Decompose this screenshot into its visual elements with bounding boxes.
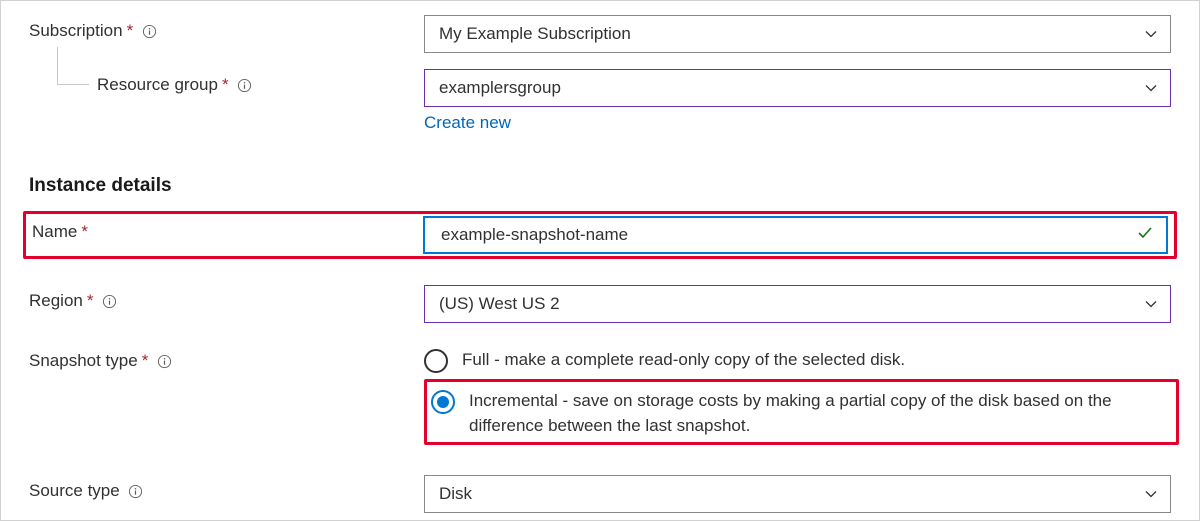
subscription-label: Subscription <box>29 21 123 41</box>
required-asterisk: * <box>142 351 149 371</box>
create-snapshot-form: Subscription * My Example Subscription R… <box>0 0 1200 521</box>
checkmark-icon <box>1136 224 1154 247</box>
snapshot-type-full-label: Full - make a complete read-only copy of… <box>462 347 905 373</box>
name-label-col: Name * <box>32 216 423 242</box>
snapshot-type-label: Snapshot type <box>29 351 138 371</box>
source-type-label: Source type <box>29 481 120 501</box>
subscription-row: Subscription * My Example Subscription <box>1 15 1199 53</box>
radio-icon <box>431 390 455 414</box>
snapshot-type-radio-group: Full - make a complete read-only copy of… <box>424 347 1171 445</box>
source-type-select[interactable]: Disk <box>424 475 1171 513</box>
source-type-label-col: Source type <box>29 475 424 501</box>
name-row: Name * <box>28 216 1172 254</box>
required-asterisk: * <box>87 291 94 311</box>
region-label-col: Region * <box>29 285 424 311</box>
subscription-value: My Example Subscription <box>439 24 631 44</box>
name-input[interactable] <box>439 224 1126 246</box>
info-icon[interactable] <box>156 353 172 369</box>
resource-group-label: Resource group <box>97 75 218 95</box>
create-new-link[interactable]: Create new <box>424 113 511 133</box>
required-asterisk: * <box>81 222 88 242</box>
chevron-down-icon <box>1144 27 1158 41</box>
chevron-down-icon <box>1144 81 1158 95</box>
info-icon[interactable] <box>237 77 253 93</box>
snapshot-type-full-option[interactable]: Full - make a complete read-only copy of… <box>424 347 1171 373</box>
required-asterisk: * <box>222 75 229 95</box>
resource-group-row: Resource group * examplersgroup Create n… <box>1 69 1199 133</box>
snapshot-type-row: Snapshot type * Full - make a complete r… <box>1 347 1199 445</box>
name-input-wrapper <box>423 216 1168 254</box>
resource-group-label-col: Resource group * <box>29 69 424 95</box>
snapshot-type-incremental-label: Incremental - save on storage costs by m… <box>469 388 1172 438</box>
source-type-row: Source type Disk <box>1 475 1199 513</box>
instance-details-heading: Instance details <box>1 175 1199 197</box>
name-highlight: Name * <box>23 211 1177 259</box>
info-icon[interactable] <box>128 483 144 499</box>
name-label: Name <box>32 222 77 242</box>
chevron-down-icon <box>1144 297 1158 311</box>
resource-group-value: examplersgroup <box>439 78 561 98</box>
region-value: (US) West US 2 <box>439 294 560 314</box>
region-row: Region * (US) West US 2 <box>1 285 1199 323</box>
chevron-down-icon <box>1144 487 1158 501</box>
radio-icon <box>424 349 448 373</box>
region-label: Region <box>29 291 83 311</box>
tree-connector <box>57 47 89 85</box>
resource-group-select[interactable]: examplersgroup <box>424 69 1171 107</box>
info-icon[interactable] <box>102 293 118 309</box>
source-type-value: Disk <box>439 484 472 504</box>
subscription-select[interactable]: My Example Subscription <box>424 15 1171 53</box>
snapshot-type-incremental-option[interactable]: Incremental - save on storage costs by m… <box>431 388 1172 438</box>
snapshot-type-label-col: Snapshot type * <box>29 347 424 371</box>
region-select[interactable]: (US) West US 2 <box>424 285 1171 323</box>
snapshot-incremental-highlight: Incremental - save on storage costs by m… <box>424 379 1179 445</box>
info-icon[interactable] <box>141 23 157 39</box>
required-asterisk: * <box>127 21 134 41</box>
subscription-label-col: Subscription * <box>29 15 424 41</box>
